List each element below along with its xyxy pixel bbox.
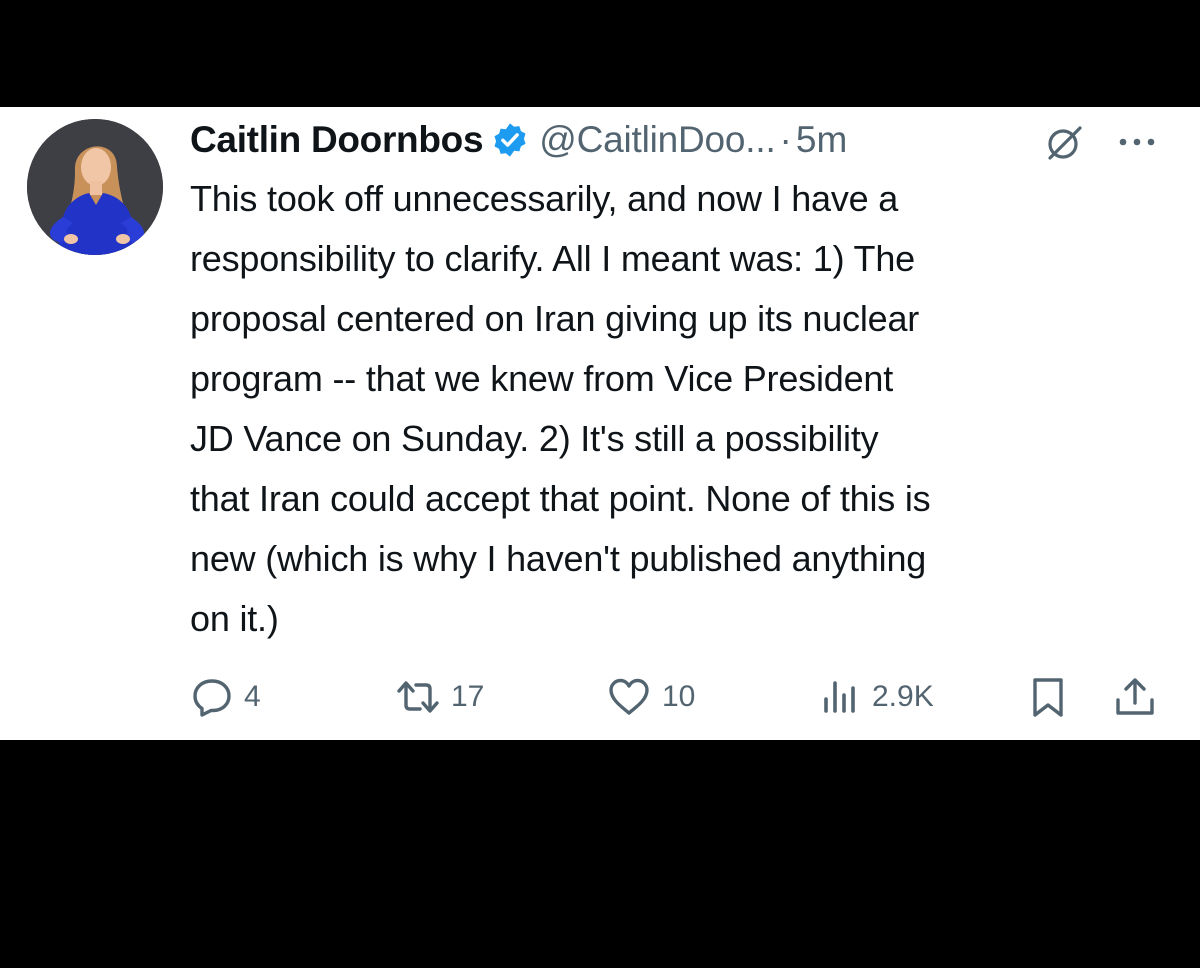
reply-button[interactable]: 4 — [190, 667, 261, 727]
views-button[interactable]: 2.9K — [818, 667, 934, 727]
bottom-black-band — [0, 740, 1200, 968]
header-separator: · — [779, 119, 792, 160]
more-options-icon[interactable] — [1114, 127, 1160, 157]
reply-icon — [190, 675, 234, 719]
tweet-text-line: on it.) — [190, 598, 279, 639]
tweet-text-line: This took off unnecessarily, and now I h… — [190, 178, 899, 219]
tweet-timestamp[interactable]: 5m — [796, 119, 847, 161]
tweet-card[interactable]: Caitlin Doornbos @CaitlinDoo... · 5m Thi… — [0, 107, 1200, 740]
tweet-body: This took off unnecessarily, and now I h… — [190, 169, 1180, 649]
tweet-header: Caitlin Doornbos @CaitlinDoo... · 5m — [190, 115, 1180, 165]
tweet-text-line: responsibility to clarify. All I meant w… — [190, 238, 915, 279]
retweet-button[interactable]: 17 — [395, 667, 484, 727]
reply-count: 4 — [244, 680, 261, 713]
top-black-band — [0, 0, 1200, 107]
heart-icon — [606, 675, 652, 719]
views-count: 2.9K — [872, 680, 934, 713]
tweet-text-line: proposal centered on Iran giving up its … — [190, 298, 920, 339]
author-display-name[interactable]: Caitlin Doornbos — [190, 119, 484, 161]
grok-icon[interactable] — [1042, 121, 1086, 165]
author-handle[interactable]: @CaitlinDoo... — [539, 119, 775, 161]
tweet-text-line: JD Vance on Sunday. 2) It's still a poss… — [190, 418, 879, 459]
views-chart-icon — [818, 675, 862, 719]
avatar[interactable] — [27, 119, 163, 255]
share-icon — [1112, 675, 1158, 719]
retweet-count: 17 — [451, 680, 485, 713]
tweet-text-line: that Iran could accept that point. None … — [190, 478, 931, 519]
bookmark-button[interactable] — [1026, 667, 1070, 727]
tweet-text-line: program -- that we knew from Vice Presid… — [190, 358, 894, 399]
tweet-text-line: new (which is why I haven't published an… — [190, 538, 927, 579]
like-button[interactable]: 10 — [606, 667, 695, 727]
retweet-icon — [395, 675, 441, 719]
share-button[interactable] — [1112, 667, 1158, 727]
verified-badge-icon — [491, 121, 529, 159]
like-count: 10 — [662, 680, 696, 713]
tweet-action-bar: 4 17 10 2.9K — [190, 667, 1170, 727]
bookmark-icon — [1026, 675, 1070, 719]
